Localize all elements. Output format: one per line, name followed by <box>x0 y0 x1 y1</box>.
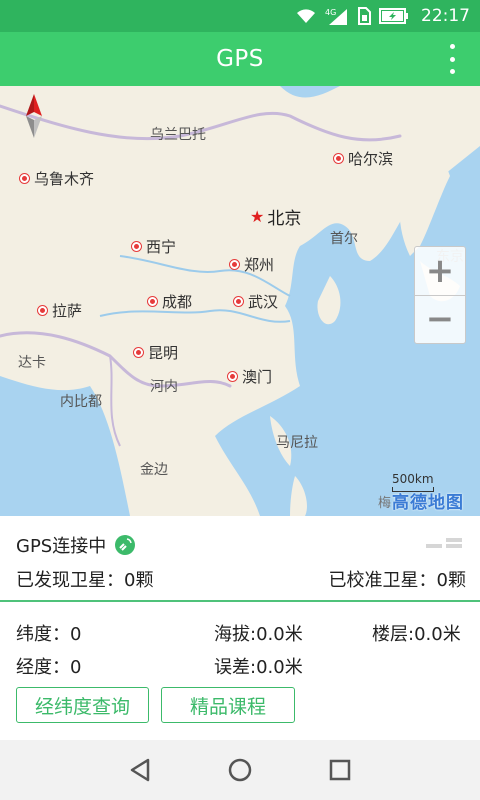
map-region-label: 内比都 <box>60 394 102 410</box>
system-navigation-bar <box>0 740 480 800</box>
city-dot-icon <box>334 154 343 163</box>
scale-label: 500km <box>392 472 434 486</box>
gps-status-text: GPS连接中 <box>16 536 107 557</box>
map-region-label: 河内 <box>150 379 178 395</box>
city-dot-icon <box>230 260 239 269</box>
map-city-marker[interactable]: 澳门 <box>228 366 272 387</box>
compass-icon[interactable] <box>24 94 44 138</box>
wifi-icon <box>295 7 317 25</box>
map-city-marker[interactable]: 哈尔滨 <box>334 148 393 169</box>
city-label: 郑州 <box>244 256 275 274</box>
city-label: 哈尔滨 <box>348 150 394 168</box>
app-bar: GPS <box>0 32 480 86</box>
satellites-found-label: 已发现卫星： <box>16 570 124 591</box>
more-vert-icon[interactable] <box>448 44 456 74</box>
floor-value: 楼层:0.0米 <box>372 624 461 645</box>
city-label: 西宁 <box>146 238 177 256</box>
signal-bars-icon <box>426 538 462 548</box>
city-dot-icon <box>134 348 143 357</box>
map-region-label: 首尔 <box>330 231 358 247</box>
gps-status-row: GPS连接中 <box>16 532 136 558</box>
cellular-signal-icon: 4G <box>325 7 349 25</box>
map-city-marker[interactable]: 拉萨 <box>38 300 82 321</box>
map-city-marker[interactable]: 西宁 <box>132 236 176 257</box>
satellites-calibrated: 已校准卫星：0颗 <box>329 566 466 592</box>
status-bar: 4G 22:17 <box>0 0 480 32</box>
sim-icon <box>357 7 371 25</box>
star-icon: ★ <box>250 207 265 226</box>
map-city-marker[interactable]: 成都 <box>148 291 192 312</box>
map-label-partial: 梅 <box>378 496 392 511</box>
battery-charging-icon <box>379 8 409 24</box>
city-dot-icon <box>228 372 237 381</box>
map-city-marker[interactable]: 武汉 <box>234 291 278 312</box>
city-label: 昆明 <box>148 344 179 362</box>
zoom-controls: + − <box>414 246 466 344</box>
satellites-calibrated-label: 已校准卫星： <box>328 570 437 591</box>
network-type-label: 4G <box>325 8 336 17</box>
back-icon[interactable] <box>125 755 155 785</box>
city-dot-icon <box>38 306 47 315</box>
city-dot-icon <box>20 174 29 183</box>
map-provider-logo: 高德地图 <box>392 493 464 513</box>
city-dot-icon <box>132 242 141 251</box>
city-dot-icon <box>148 297 157 306</box>
city-label: 成都 <box>162 293 193 311</box>
map-city-marker[interactable]: 乌鲁木齐 <box>20 168 94 189</box>
map-region-label: 乌兰巴托 <box>150 127 206 143</box>
map-capital-marker[interactable]: ★ 北京 <box>250 204 301 229</box>
status-time: 22:17 <box>421 6 470 26</box>
satellites-found-value: 0颗 <box>124 570 154 591</box>
satellites-found: 已发现卫星：0颗 <box>16 566 153 592</box>
recents-icon[interactable] <box>325 755 355 785</box>
premium-courses-button[interactable]: 精品课程 <box>161 687 295 723</box>
city-label: 澳门 <box>242 368 273 386</box>
app-title: GPS <box>216 46 264 72</box>
map-region-label: 马尼拉 <box>276 435 318 451</box>
map-region-label: 达卡 <box>18 355 46 371</box>
city-label: 乌鲁木齐 <box>34 170 95 188</box>
city-label: 武汉 <box>248 293 279 311</box>
zoom-in-button[interactable]: + <box>415 247 465 295</box>
map-city-marker[interactable]: 郑州 <box>230 254 274 275</box>
coordinate-lookup-button[interactable]: 经纬度查询 <box>16 687 149 723</box>
map-view[interactable]: 乌兰巴托 首尔 达卡 内比都 河内 马尼拉 金边 东京 ★ 北京 哈尔滨 乌鲁木… <box>0 86 480 516</box>
city-dot-icon <box>234 297 243 306</box>
map-city-marker[interactable]: 昆明 <box>134 342 178 363</box>
satellites-calibrated-value: 0颗 <box>436 570 466 591</box>
altitude-value: 海拔:0.0米 <box>214 624 303 645</box>
zoom-out-button[interactable]: − <box>415 294 465 344</box>
gps-info-panel: GPS连接中 已发现卫星：0颗 已校准卫星：0颗 纬度：0 海拔:0.0米 楼层… <box>0 516 480 740</box>
latitude-value: 纬度：0 <box>16 624 82 645</box>
satellite-icon <box>115 535 136 555</box>
longitude-value: 经度：0 <box>16 657 82 678</box>
error-value: 误差:0.0米 <box>214 657 303 678</box>
home-icon[interactable] <box>225 755 255 785</box>
panel-divider <box>0 600 480 602</box>
city-label: 拉萨 <box>52 302 83 320</box>
city-label: 北京 <box>267 209 302 229</box>
map-region-label: 金边 <box>140 462 168 478</box>
